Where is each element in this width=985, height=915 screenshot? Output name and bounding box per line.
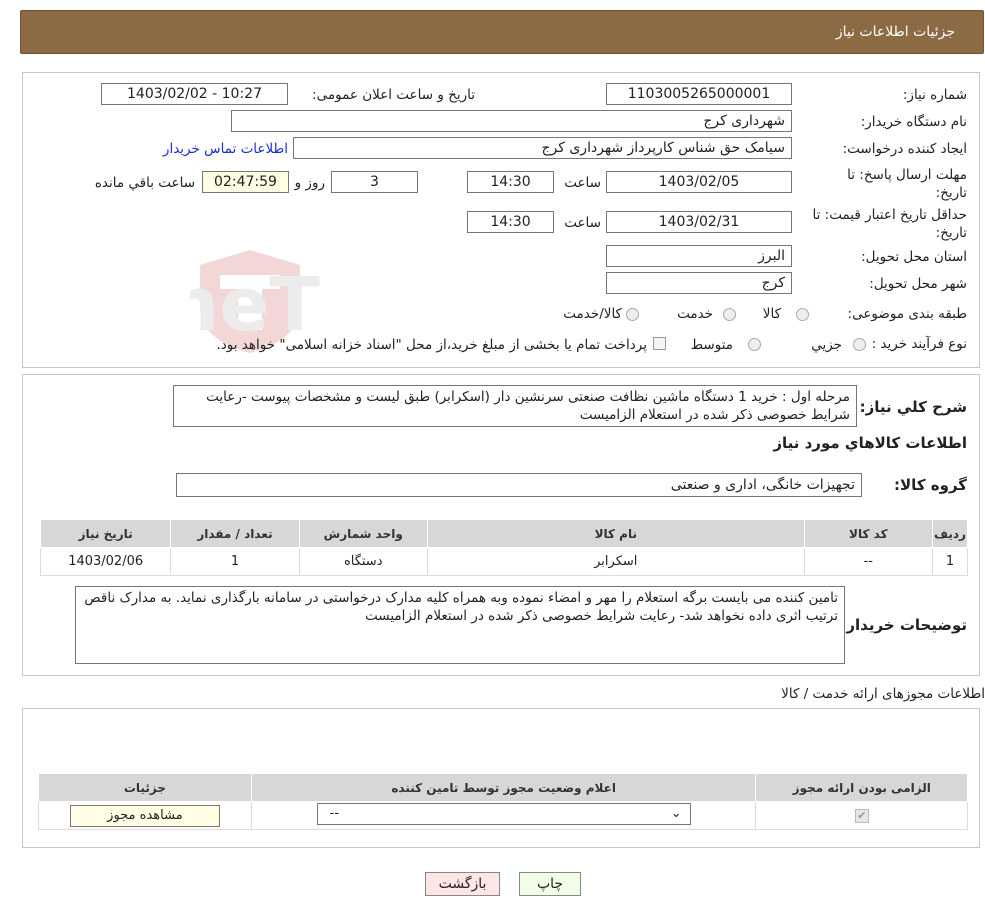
announce-label: تاریخ و ساعت اعلان عمومی: <box>312 87 475 103</box>
deadline-time-field: 14:30 <box>467 171 554 193</box>
col-row: رديف <box>931 519 969 548</box>
category-radio-service[interactable] <box>723 308 736 321</box>
creator-field: سیامک حق شناس کارپرداز شهرداری کرج <box>293 137 792 159</box>
city-label: شهر محل تحویل: <box>869 276 967 292</box>
chevron-down-icon: ⌄ <box>670 805 682 821</box>
validity-time-field: 14:30 <box>467 211 554 233</box>
validity-date-field: 1403/02/31 <box>606 211 792 233</box>
page-title: جزئیات اطلاعات نیاز <box>835 24 955 40</box>
buyer-field: شهرداری کرج <box>231 110 792 132</box>
cell-qty: 1 <box>170 547 300 576</box>
view-permit-button[interactable]: مشاهده مجوز <box>69 804 220 827</box>
need-number-label: شماره نیاز: <box>902 87 967 103</box>
buyer-label: نام دستگاه خریدار: <box>860 114 967 130</box>
category-radio-goods[interactable] <box>796 308 809 321</box>
process-option-minor: جزيي <box>811 337 842 353</box>
col-status: اعلام وضعیت مجوز توسط تامین کننده <box>250 773 757 802</box>
print-button[interactable]: چاپ <box>519 872 581 896</box>
cell-row: 1 <box>931 547 969 576</box>
province-field: البرز <box>606 245 792 267</box>
cell-status: ⌄ -- <box>250 801 757 830</box>
col-details: جزئیات <box>38 773 252 802</box>
buyer-notes-textarea[interactable]: تامین کننده می بایست برگه استعلام را مهر… <box>75 586 845 664</box>
days-field: 3 <box>331 171 418 193</box>
city-field: کرج <box>606 272 792 294</box>
process-label: نوع فرآیند خرید : <box>871 336 967 352</box>
goods-table: رديف کد کالا نام کالا واحد شمارش تعداد /… <box>39 519 969 576</box>
category-option-goods: کالا <box>762 306 781 322</box>
need-number-field: 1103005265000001 <box>606 83 792 105</box>
announce-field: 1403/02/02 - 10:27 <box>101 83 288 105</box>
cell-code: -- <box>803 547 933 576</box>
summary-label: شرح کلي نياز: <box>859 398 967 416</box>
table-row: ✔ ⌄ -- مشاهده مجوز <box>38 801 968 830</box>
cell-details: مشاهده مجوز <box>38 801 252 830</box>
deadline-label: مهلت ارسال پاسخ: تا تاریخ: <box>847 167 967 201</box>
remaining-time-field: 02:47:59 <box>202 171 289 193</box>
remaining-label: ساعت باقي مانده <box>94 175 195 191</box>
permits-heading: اطلاعات مجوزهای ارائه خدمت / کالا <box>781 686 985 702</box>
validity-time-label: ساعت <box>564 215 601 231</box>
col-required: الزامی بودن ارائه مجوز <box>755 773 968 802</box>
deadline-time-label: ساعت <box>564 175 601 191</box>
back-button[interactable]: بازگشت <box>425 872 500 896</box>
treasury-checkbox[interactable] <box>653 337 666 350</box>
deadline-date-field: 1403/02/05 <box>606 171 792 193</box>
group-field: تجهیزات خانگی، اداری و صنعتی <box>176 473 862 497</box>
days-label: روز و <box>294 175 325 191</box>
process-note: پرداخت تمام یا بخشی از مبلغ خرید،از محل … <box>216 337 647 353</box>
col-date: تاريخ نياز <box>39 519 172 548</box>
process-radio-medium[interactable] <box>748 338 761 351</box>
col-unit: واحد شمارش <box>298 519 428 548</box>
contact-buyer-link[interactable]: اطلاعات تماس خریدار <box>163 141 288 157</box>
permits-table-header: الزامی بودن ارائه مجوز اعلام وضعیت مجوز … <box>38 773 968 802</box>
col-qty: تعداد / مقدار <box>170 519 300 548</box>
process-radio-minor[interactable] <box>853 338 866 351</box>
watermark-text: AriaTender.neT <box>190 262 321 348</box>
category-label: طبقه بندی موضوعی: <box>847 306 967 322</box>
page-header: جزئیات اطلاعات نیاز <box>20 10 984 54</box>
table-row: 1 -- اسکرابر دستگاه 1 1403/02/06 <box>39 547 969 576</box>
category-radio-both[interactable] <box>626 308 639 321</box>
process-option-medium: متوسط <box>690 337 733 353</box>
col-name: نام کالا <box>426 519 805 548</box>
cell-date: 1403/02/06 <box>39 547 172 576</box>
validity-label: حداقل تاریخ اعتبار قیمت: تا تاریخ: <box>812 207 967 241</box>
province-label: استان محل تحویل: <box>861 249 967 265</box>
creator-label: ایجاد کننده درخواست: <box>842 141 967 157</box>
buyer-notes-label: توضیحات خریدار: <box>840 616 967 634</box>
cell-unit: دستگاه <box>298 547 428 576</box>
col-code: کد کالا <box>803 519 933 548</box>
permit-status-select[interactable]: ⌄ -- <box>316 802 691 825</box>
cell-required: ✔ <box>755 801 968 830</box>
goods-table-header: رديف کد کالا نام کالا واحد شمارش تعداد /… <box>39 519 969 548</box>
cell-name: اسکرابر <box>426 547 805 576</box>
summary-textarea[interactable]: مرحله اول : خرید 1 دستگاه ماشین نظافت صن… <box>173 385 857 427</box>
permit-status-value: -- <box>329 805 340 821</box>
permits-table: الزامی بودن ارائه مجوز اعلام وضعیت مجوز … <box>38 773 968 830</box>
group-label: گروه کالا: <box>894 476 967 494</box>
goods-heading: اطلاعات کالاهاي مورد نياز <box>773 434 967 452</box>
category-option-both: کالا/خدمت <box>563 306 622 322</box>
required-checkbox[interactable]: ✔ <box>854 809 869 823</box>
category-option-service: خدمت <box>677 306 713 322</box>
